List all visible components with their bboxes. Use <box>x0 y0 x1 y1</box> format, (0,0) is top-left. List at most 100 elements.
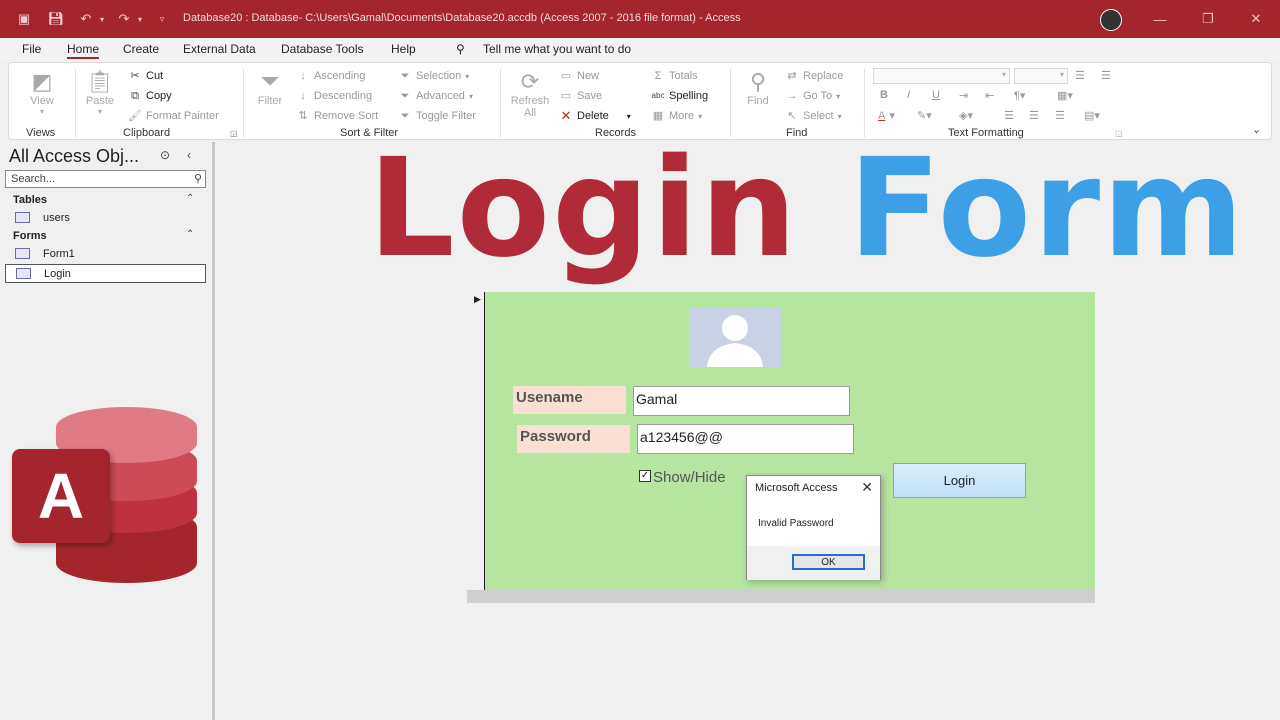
user-avatar-image <box>689 308 781 367</box>
paragraph-direction-icon[interactable]: ¶▾ <box>1014 89 1025 102</box>
view-button[interactable]: ◩ View ▾ <box>23 69 61 116</box>
show-hide-checkbox[interactable]: ✓ <box>639 470 651 482</box>
tab-file[interactable]: File <box>22 42 41 56</box>
banner-word-login: Login <box>368 130 799 288</box>
selection-button[interactable]: ⏷ Selection ▾ <box>398 69 470 83</box>
nav-menu-icon[interactable]: ⊙ <box>160 148 170 162</box>
save-icon: ▭ <box>560 90 572 102</box>
account-avatar[interactable] <box>1100 9 1122 31</box>
tab-external-data[interactable]: External Data <box>183 42 256 56</box>
fill-color-icon[interactable]: ◈▾ <box>959 109 973 122</box>
find-button[interactable]: ⚲ Find <box>739 69 777 107</box>
gridlines-icon[interactable]: ▦▾ <box>1057 89 1073 102</box>
filter-button[interactable]: ⏷ Filter <box>251 69 289 108</box>
password-label: Password <box>517 425 630 453</box>
font-color-icon[interactable]: A ▾ <box>878 109 895 123</box>
align-center-icon[interactable]: ☰ <box>1029 109 1039 122</box>
nav-group-tables[interactable]: Tables <box>13 194 47 206</box>
totals-button[interactable]: Σ Totals <box>651 69 698 83</box>
undo-dropdown-icon[interactable]: ▾ <box>92 9 112 29</box>
format-painter-button[interactable]: 🖌︎ Format Painter <box>128 109 219 123</box>
tab-help[interactable]: Help <box>391 42 416 56</box>
login-button[interactable]: Login <box>893 463 1026 498</box>
redo-dropdown-icon[interactable]: ▾ <box>130 9 150 29</box>
spelling-button[interactable]: abc Spelling <box>651 89 709 103</box>
indent-increase-icon[interactable]: ⇥ <box>959 89 968 102</box>
brush-icon: 🖌︎ <box>128 110 142 122</box>
chevron-down-icon: ▾ <box>39 107 44 116</box>
new-record-button[interactable]: ▭ New <box>559 69 599 83</box>
tab-home[interactable]: Home <box>67 42 100 59</box>
font-size-dropdown[interactable]: ▾ <box>1014 68 1068 84</box>
paste-button[interactable]: 📋︎ Paste ▾ <box>81 69 119 116</box>
replace-button[interactable]: ⇄ Replace <box>785 69 843 83</box>
save-record-button[interactable]: ▭ Save <box>559 89 602 103</box>
tell-me-search[interactable]: Tell me what you want to do <box>483 42 631 56</box>
close-icon[interactable]: ✕ <box>861 479 873 496</box>
current-record-icon: ▶ <box>474 294 481 304</box>
select-button[interactable]: ↖ Select ▾ <box>785 109 841 123</box>
go-to-button[interactable]: → Go To ▾ <box>785 89 841 103</box>
workspace: Login Form ▶ Usename Gamal Password a123… <box>215 130 1280 720</box>
nav-item-login[interactable]: Login <box>5 264 206 283</box>
record-selector[interactable]: ▶ <box>467 292 485 590</box>
spelling-icon: abc <box>651 91 665 100</box>
numbering-icon[interactable]: ☰ <box>1101 69 1111 82</box>
search-icon[interactable]: ⚲ <box>194 172 202 185</box>
user-silhouette-icon <box>707 315 763 367</box>
more-button[interactable]: ▦ More ▾ <box>651 109 702 123</box>
chevron-down-icon: ▾ <box>1001 70 1006 79</box>
nav-group-forms[interactable]: Forms <box>13 230 47 242</box>
close-icon[interactable]: ✕ <box>1244 8 1268 30</box>
italic-button[interactable]: I <box>907 89 910 101</box>
font-name-dropdown[interactable]: ▾ <box>873 68 1010 84</box>
nav-search-input[interactable]: Search... ⚲ <box>5 170 206 188</box>
advanced-button[interactable]: ⏷ Advanced ▾ <box>398 89 473 103</box>
group-separator <box>730 69 731 137</box>
cut-button[interactable]: ✂ Cut <box>128 69 163 83</box>
chevron-up-icon[interactable]: ⌃ <box>186 193 194 204</box>
shutter-bar-icon[interactable]: ‹ <box>187 148 191 162</box>
group-label-views: Views <box>26 127 56 139</box>
delete-record-button[interactable]: ✕ Delete ▾ <box>559 109 631 123</box>
ok-button[interactable]: OK <box>792 554 865 570</box>
toggle-filter-button[interactable]: ⏷ Toggle Filter <box>398 109 476 123</box>
copy-button[interactable]: ⧉ Copy <box>128 89 172 103</box>
alternate-row-color-icon[interactable]: ▤▾ <box>1084 109 1100 122</box>
tab-database-tools[interactable]: Database Tools <box>281 42 364 56</box>
copy-icon: ⧉ <box>131 90 139 102</box>
tab-create[interactable]: Create <box>123 42 159 56</box>
align-right-icon[interactable]: ☰ <box>1055 109 1065 122</box>
bold-button[interactable]: B <box>880 89 888 101</box>
nav-item-users[interactable]: users <box>5 208 206 227</box>
save-icon[interactable]: 💾︎ <box>46 9 66 29</box>
sigma-icon: Σ <box>654 70 662 82</box>
more-grid-icon: ▦ <box>652 110 664 122</box>
minimize-icon[interactable]: — <box>1148 8 1172 30</box>
table-icon <box>15 212 30 223</box>
sort-ascending-icon: ↓ <box>300 70 306 82</box>
restore-icon[interactable]: ❐ <box>1196 8 1220 30</box>
customize-toolbar-icon[interactable]: ▿ <box>152 9 172 29</box>
align-left-icon[interactable]: ☰ <box>1004 109 1014 122</box>
chevron-up-icon[interactable]: ⌃ <box>186 229 194 240</box>
nav-pane-title[interactable]: All Access Obj... <box>9 146 139 167</box>
arrow-right-icon: → <box>786 90 798 102</box>
descending-button[interactable]: ↓ Descending <box>296 89 372 103</box>
ascending-button[interactable]: ↓ Ascending <box>296 69 365 83</box>
username-input[interactable]: Gamal <box>633 386 850 416</box>
chevron-down-icon: ▾ <box>97 107 102 116</box>
password-input[interactable]: a123456@@ <box>637 424 854 454</box>
sort-descending-icon: ↓ <box>300 90 306 102</box>
indent-decrease-icon[interactable]: ⇤ <box>985 89 994 102</box>
bullets-icon[interactable]: ☰ <box>1075 69 1085 82</box>
remove-sort-button[interactable]: ⇅ Remove Sort <box>296 109 378 123</box>
highlight-icon[interactable]: ✎▾ <box>917 109 932 122</box>
dialog-launcher-icon[interactable]: ◲ <box>230 129 238 138</box>
nav-item-form1[interactable]: Form1 <box>5 244 206 263</box>
toggle-filter-icon: ⏷ <box>400 110 410 122</box>
form-icon <box>16 268 31 279</box>
underline-button[interactable]: U <box>932 89 940 101</box>
collapse-ribbon-icon[interactable]: ⌄ <box>1252 123 1261 136</box>
refresh-all-button[interactable]: ⟳ Refresh All <box>508 69 552 119</box>
